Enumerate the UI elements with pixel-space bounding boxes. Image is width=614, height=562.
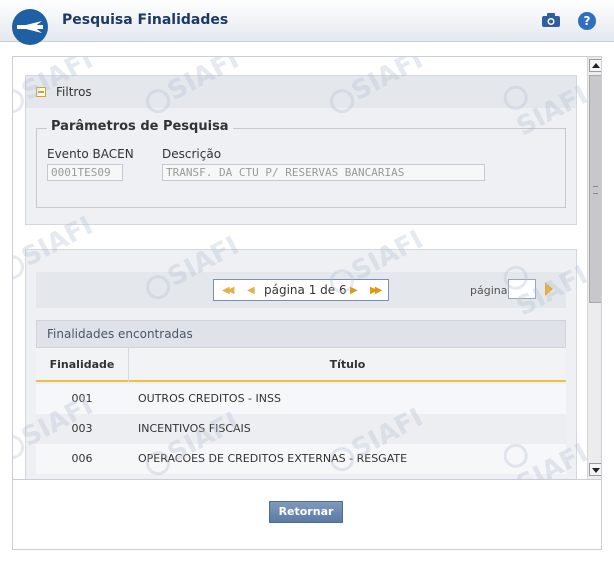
vertical-scrollbar[interactable]: [587, 57, 601, 479]
filtros-header[interactable]: Filtros: [26, 76, 576, 108]
row-code: 003: [71, 422, 93, 435]
col-titulo-header[interactable]: Título: [129, 358, 566, 371]
filtros-panel: Filtros Parâmetros de Pesquisa Evento BA…: [25, 75, 577, 225]
pager-bar: ◀◀ ◀ página 1 de 6 ▶ ▶▶ página: [36, 272, 566, 308]
help-icon[interactable]: ?: [578, 12, 596, 30]
table-header: Finalidade Título: [36, 348, 566, 382]
main-scroll-area[interactable]: Filtros Parâmetros de Pesquisa Evento BA…: [12, 56, 602, 480]
camera-icon[interactable]: [541, 12, 561, 28]
page-indicator: página 1 de 6: [264, 283, 347, 297]
row-code: 006: [71, 452, 93, 465]
grid-title-text: Finalidades encontradas: [47, 327, 193, 341]
grid-title: Finalidades encontradas: [36, 320, 566, 348]
scroll-up-icon[interactable]: [589, 59, 601, 72]
next-page-icon[interactable]: ▶: [350, 285, 358, 296]
fieldset-legend: Parâmetros de Pesquisa: [47, 119, 233, 134]
col-finalidade-header[interactable]: Finalidade: [36, 358, 128, 371]
content: Filtros Parâmetros de Pesquisa Evento BA…: [13, 57, 593, 479]
siafi-logo-icon: [12, 9, 48, 45]
evento-bacen-field[interactable]: 0001TES09: [47, 164, 123, 181]
scroll-down-icon[interactable]: [589, 463, 601, 476]
table-row[interactable]: 001 OUTROS CREDITOS - INSS: [36, 384, 566, 414]
go-page-icon[interactable]: [545, 282, 553, 296]
last-page-icon[interactable]: ▶▶: [370, 285, 383, 296]
collapse-icon[interactable]: [36, 87, 46, 97]
page-title: Pesquisa Finalidades: [62, 12, 229, 28]
row-title: OPERACOES DE CREDITOS EXTERNAS - RESGATE: [138, 452, 408, 465]
row-title: INCENTIVOS FISCAIS: [138, 422, 251, 435]
table-row[interactable]: 006 OPERACOES DE CREDITOS EXTERNAS - RES…: [36, 444, 566, 474]
page-jump-label: página: [470, 284, 508, 297]
page-jump-input[interactable]: [508, 279, 536, 299]
table-row[interactable]: 003 INCENTIVOS FISCAIS: [36, 414, 566, 444]
row-code: 001: [71, 392, 93, 405]
results-panel: ◀◀ ◀ página 1 de 6 ▶ ▶▶ página Finalidad…: [25, 249, 577, 479]
prev-page-icon[interactable]: ◀: [247, 285, 255, 296]
retornar-button[interactable]: Retornar: [269, 501, 343, 523]
row-title: OUTROS CREDITOS - INSS: [138, 392, 281, 405]
window: Pesquisa Finalidades ? Filtros Parâmetro…: [0, 0, 614, 562]
scroll-thumb[interactable]: [589, 75, 601, 303]
evento-bacen-label: Evento BACEN: [47, 147, 134, 161]
search-parameters-fieldset: Parâmetros de Pesquisa Evento BACEN 0001…: [36, 119, 566, 208]
header: Pesquisa Finalidades ?: [0, 0, 614, 45]
filtros-label: Filtros: [56, 85, 92, 99]
first-page-icon[interactable]: ◀◀: [222, 285, 235, 296]
footer: Retornar: [12, 480, 602, 550]
pager: ◀◀ ◀ página 1 de 6 ▶ ▶▶: [213, 279, 389, 301]
descricao-label: Descrição: [162, 147, 222, 161]
descricao-field[interactable]: TRANSF. DA CTU P/ RESERVAS BANCARIAS: [162, 164, 485, 181]
